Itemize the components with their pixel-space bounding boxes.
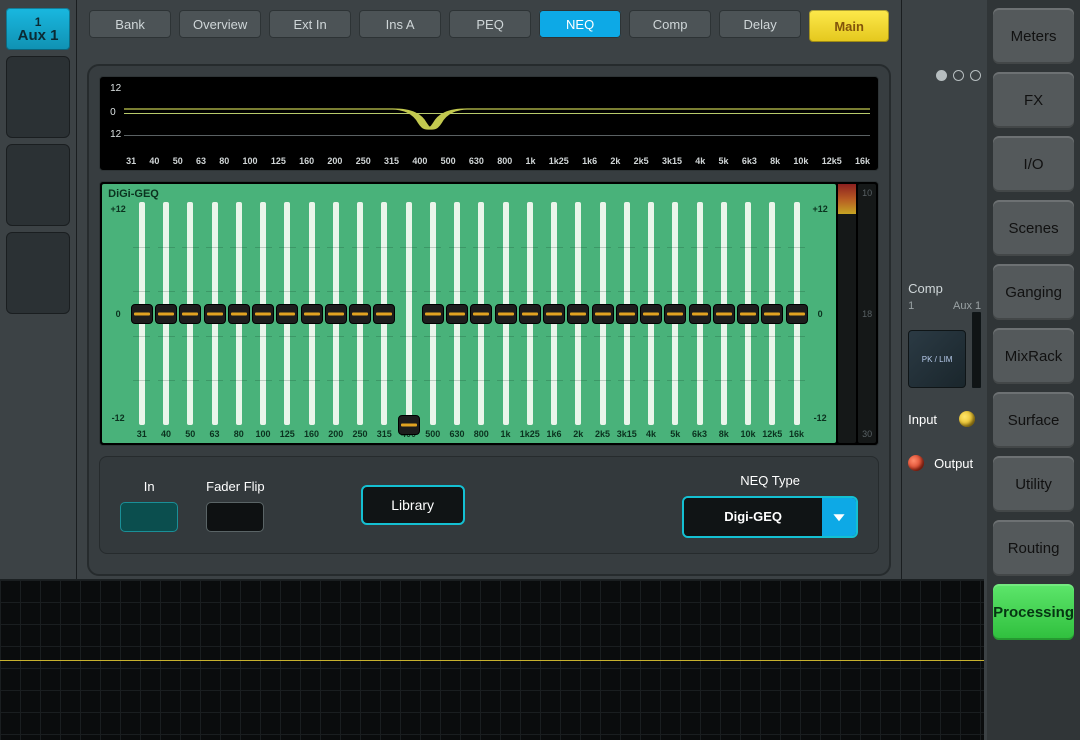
geq-band-8k[interactable] bbox=[713, 202, 734, 425]
output-knob[interactable] bbox=[908, 455, 924, 471]
fader-flip-toggle[interactable] bbox=[206, 502, 264, 532]
geq-band-2k5[interactable] bbox=[592, 202, 613, 425]
geq-band-1k25[interactable] bbox=[519, 202, 540, 425]
geq-band-315[interactable] bbox=[374, 202, 395, 425]
left-slot-3[interactable] bbox=[6, 232, 70, 314]
page-dot-1[interactable] bbox=[936, 70, 947, 81]
tab-comp[interactable]: Comp bbox=[629, 10, 711, 38]
geq-band-250[interactable] bbox=[349, 202, 370, 425]
right-nav: Meters FX I/O Scenes Ganging MixRack Surface Ut… bbox=[987, 0, 1080, 740]
page-dot-2[interactable] bbox=[953, 70, 964, 81]
nav-scenes[interactable]: Scenes bbox=[993, 200, 1074, 256]
geq-band-500[interactable] bbox=[422, 202, 443, 425]
input-label: Input bbox=[908, 412, 937, 427]
neq-panel: 12 0 12 31405063801001251602002503154005… bbox=[87, 64, 891, 576]
neq-type-label: NEQ Type bbox=[740, 473, 800, 488]
nav-processing[interactable]: Processing bbox=[993, 584, 1074, 640]
geq-band-12k5[interactable] bbox=[762, 202, 783, 425]
comp-meter bbox=[972, 312, 981, 388]
geq-band-200[interactable] bbox=[325, 202, 346, 425]
geq-band-125[interactable] bbox=[277, 202, 298, 425]
tab-delay[interactable]: Delay bbox=[719, 10, 801, 38]
nav-io[interactable]: I/O bbox=[993, 136, 1074, 192]
channel-number: 1 bbox=[35, 16, 42, 28]
curve-ylabel-mid: 0 bbox=[110, 107, 116, 118]
geq-slider-bank: DiGi-GEQ +12 0 -12 +12 0 -12 bbox=[102, 184, 836, 443]
tab-ext-in[interactable]: Ext In bbox=[269, 10, 351, 38]
nav-meters[interactable]: Meters bbox=[993, 8, 1074, 64]
in-toggle[interactable] bbox=[120, 502, 178, 532]
tab-overview[interactable]: Overview bbox=[179, 10, 261, 38]
geq-meter-scale: 10 18 30 bbox=[858, 184, 876, 443]
left-channel-column: 1 Aux 1 bbox=[0, 0, 76, 580]
output-label: Output bbox=[934, 456, 973, 471]
input-knob[interactable] bbox=[959, 411, 975, 427]
geq-band-5k[interactable] bbox=[665, 202, 686, 425]
geq-band-40[interactable] bbox=[155, 202, 176, 425]
geq-band-16k[interactable] bbox=[786, 202, 807, 425]
neq-controls-row: In Fader Flip Library NEQ Type Digi-GEQ bbox=[99, 456, 879, 554]
tab-ins-a[interactable]: Ins A bbox=[359, 10, 441, 38]
library-button[interactable]: Library bbox=[361, 485, 465, 525]
response-curve: 12 0 12 31405063801001251602002503154005… bbox=[99, 76, 879, 171]
selected-channel-chip[interactable]: 1 Aux 1 bbox=[6, 8, 70, 50]
fader-flip-label: Fader Flip bbox=[206, 479, 265, 494]
geq-band-1k[interactable] bbox=[495, 202, 516, 425]
tab-bank[interactable]: Bank bbox=[89, 10, 171, 38]
comp-sub-right: Aux 1 bbox=[953, 300, 981, 312]
nav-utility[interactable]: Utility bbox=[993, 456, 1074, 512]
comp-sub-left: 1 bbox=[908, 300, 914, 312]
geq-band-10k[interactable] bbox=[737, 202, 758, 425]
geq-band-80[interactable] bbox=[228, 202, 249, 425]
geq-band-800[interactable] bbox=[471, 202, 492, 425]
in-label: In bbox=[144, 479, 155, 494]
curve-ylabel-top: 12 bbox=[110, 83, 121, 94]
main-button[interactable]: Main bbox=[809, 10, 889, 42]
left-slot-2[interactable] bbox=[6, 144, 70, 226]
geq-band-4k[interactable] bbox=[640, 202, 661, 425]
geq-band-2k[interactable] bbox=[568, 202, 589, 425]
geq-band-100[interactable] bbox=[252, 202, 273, 425]
curve-freq-labels: 3140506380100125160200250315400500630800… bbox=[126, 156, 870, 166]
comp-section-label: Comp bbox=[908, 281, 943, 296]
geq-scale-right: +12 0 -12 bbox=[810, 202, 830, 425]
curve-ylabel-bot: 12 bbox=[110, 129, 121, 140]
neq-type-value: Digi-GEQ bbox=[684, 498, 822, 536]
nav-ganging[interactable]: Ganging bbox=[993, 264, 1074, 320]
geq-level-meter bbox=[838, 184, 856, 443]
comp-tile[interactable]: PK / LIM bbox=[908, 330, 966, 388]
tab-neq[interactable]: NEQ bbox=[539, 10, 621, 38]
geq-band-160[interactable] bbox=[301, 202, 322, 425]
nav-fx[interactable]: FX bbox=[993, 72, 1074, 128]
bottom-scope bbox=[0, 579, 984, 740]
geq-freq-labels: 3140506380100125160200250315400500630800… bbox=[108, 427, 830, 441]
processing-tabs: Bank Overview Ext In Ins A PEQ NEQ Comp Delay M… bbox=[77, 0, 901, 60]
nav-mixrack[interactable]: MixRack bbox=[993, 328, 1074, 384]
nav-surface[interactable]: Surface bbox=[993, 392, 1074, 448]
geq-band-1k6[interactable] bbox=[543, 202, 564, 425]
geq-band-6k3[interactable] bbox=[689, 202, 710, 425]
geq-band-400[interactable] bbox=[398, 202, 419, 425]
page-dot-3[interactable] bbox=[970, 70, 981, 81]
neq-type-select[interactable]: Digi-GEQ bbox=[682, 496, 858, 538]
geq-band-3k15[interactable] bbox=[616, 202, 637, 425]
channel-name: Aux 1 bbox=[18, 28, 59, 43]
geq-title: DiGi-GEQ bbox=[108, 188, 830, 200]
geq-container: DiGi-GEQ +12 0 -12 +12 0 -12 bbox=[99, 181, 879, 446]
geq-band-31[interactable] bbox=[131, 202, 152, 425]
tab-peq[interactable]: PEQ bbox=[449, 10, 531, 38]
geq-band-630[interactable] bbox=[446, 202, 467, 425]
geq-scale-left: +12 0 -12 bbox=[108, 202, 128, 425]
page-dots[interactable] bbox=[936, 70, 981, 81]
left-slot-1[interactable] bbox=[6, 56, 70, 138]
geq-band-63[interactable] bbox=[204, 202, 225, 425]
chevron-down-icon bbox=[822, 498, 856, 536]
geq-band-50[interactable] bbox=[180, 202, 201, 425]
nav-routing[interactable]: Routing bbox=[993, 520, 1074, 576]
